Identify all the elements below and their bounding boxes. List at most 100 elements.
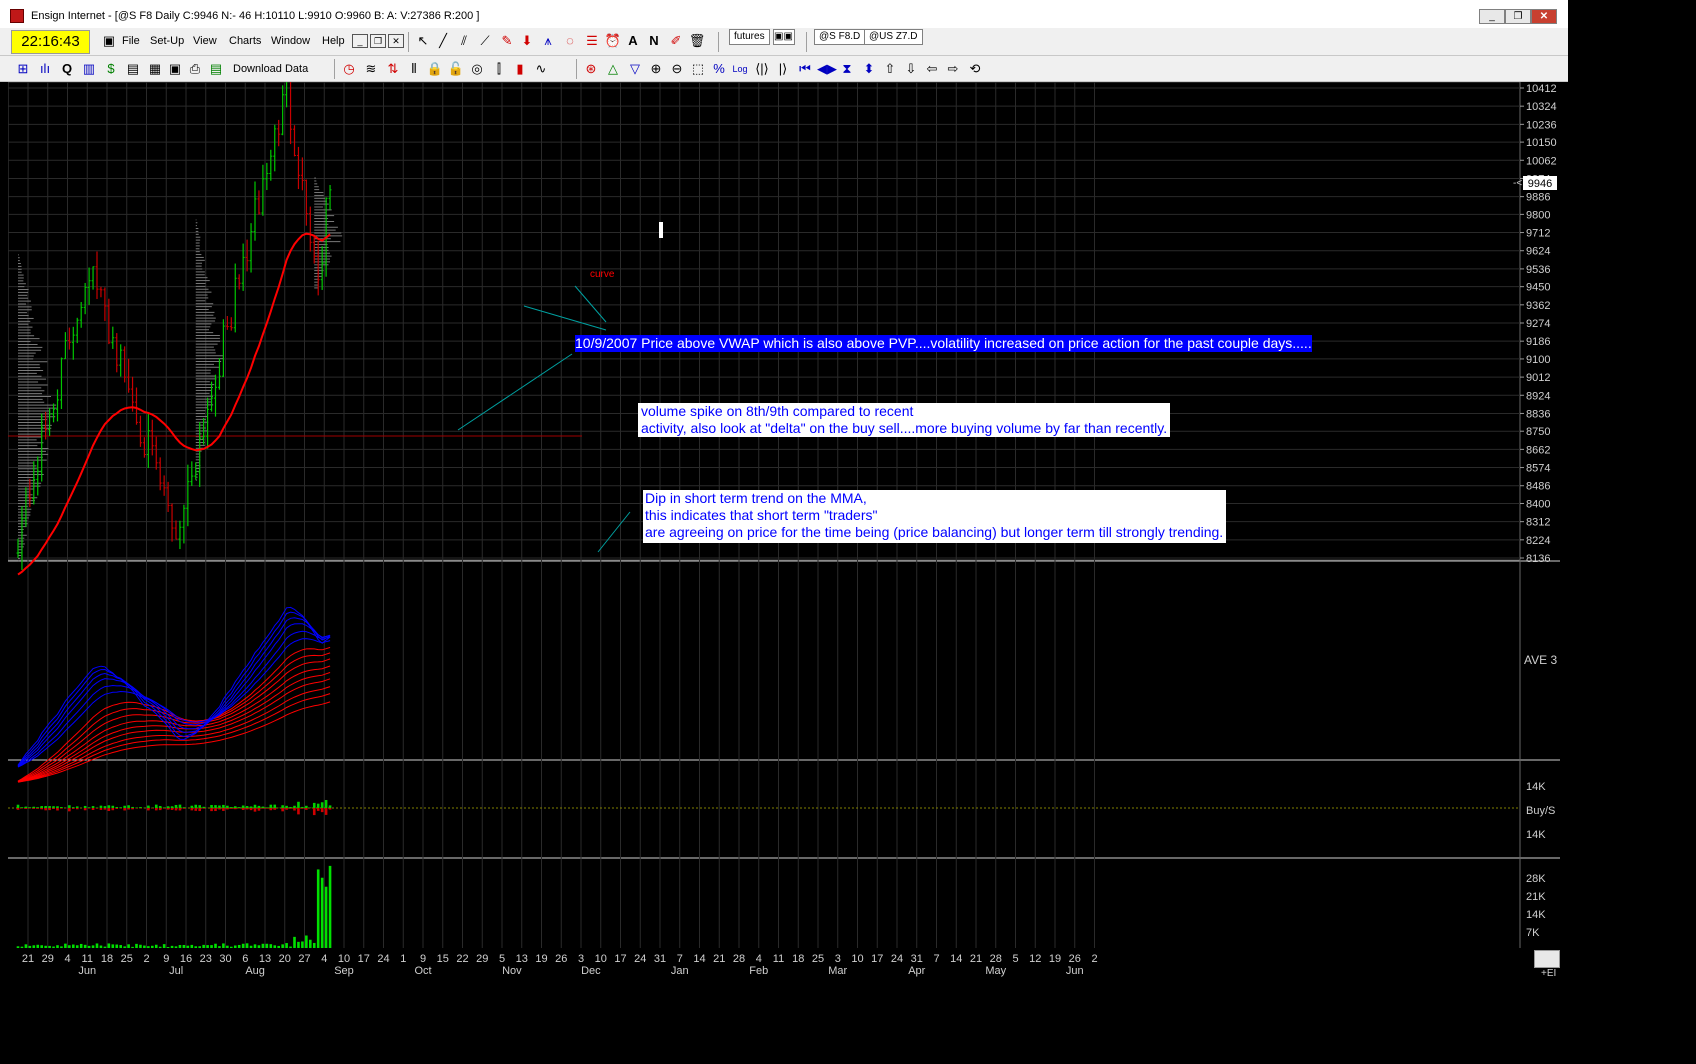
time-tick-label: 3 <box>835 953 841 965</box>
text-tool-icon[interactable]: A <box>624 32 642 50</box>
child-close-button[interactable]: ✕ <box>388 34 404 48</box>
scale-expand-icon[interactable]: ⬍ <box>860 60 878 78</box>
dollar-icon[interactable]: $ <box>102 60 120 78</box>
buy-bar <box>281 805 284 808</box>
minimize-button[interactable]: _ <box>1479 9 1505 24</box>
separator <box>806 32 807 52</box>
volume-bar <box>281 944 284 948</box>
page-icon[interactable]: ▣ <box>166 60 184 78</box>
scroll-left-end-icon[interactable]: ⏮ <box>796 60 814 78</box>
symbol-list-icon[interactable]: ▤ <box>124 60 142 78</box>
download-icon[interactable]: ▤ <box>207 60 225 78</box>
compress-icon[interactable]: ⟨|⟩ <box>753 60 771 78</box>
histogram-icon[interactable]: ▥ <box>80 60 98 78</box>
trend-line[interactable] <box>523 305 607 331</box>
ray-tool-icon[interactable]: ⟋ <box>476 32 494 50</box>
circle-tool-icon[interactable]: ◌ <box>561 32 579 50</box>
arrow-left-icon[interactable]: ⇦ <box>923 60 941 78</box>
eraser-tool-icon[interactable]: ✐ <box>667 32 685 50</box>
menu-help[interactable]: Help <box>322 35 345 47</box>
volume-bar <box>44 945 47 948</box>
line-tool-icon[interactable]: ╱ <box>434 32 452 50</box>
buy-bar <box>52 806 55 808</box>
buy-bar <box>249 806 253 808</box>
annotation-note-mma[interactable]: Dip in short term trend on the MMA, this… <box>643 490 1227 543</box>
bar-chart-icon[interactable]: ılı <box>36 60 54 78</box>
sell-bar <box>305 808 308 810</box>
trash-icon[interactable]: 🗑 <box>688 32 706 50</box>
arrow-up-icon[interactable]: ⇧ <box>881 60 899 78</box>
annotation-note-volume[interactable]: volume spike on 8th/9th compared to rece… <box>638 403 1171 437</box>
volume-bar <box>198 946 201 948</box>
price-tick-label: 9012 <box>1526 372 1550 384</box>
menu-window[interactable]: Window <box>271 35 310 47</box>
zoom-out-icon[interactable]: ⊖ <box>668 60 686 78</box>
quote-icon[interactable]: Q <box>58 60 76 78</box>
wave-tool-icon[interactable]: ≋ <box>362 60 380 78</box>
volume-bar <box>249 945 253 948</box>
menu-charts[interactable]: Charts <box>229 35 261 47</box>
scroll-both-icon[interactable]: ◀▶ <box>817 60 837 78</box>
volume-bar <box>119 945 122 948</box>
gann-tool-icon[interactable]: ☰ <box>583 32 601 50</box>
buy-bar <box>111 805 115 808</box>
zoom-box-icon[interactable]: ⬚ <box>689 60 707 78</box>
line-chart-icon[interactable]: ∿ <box>532 60 550 78</box>
menu-file[interactable]: File <box>122 35 140 47</box>
reset-icon[interactable]: ⟲ <box>966 60 984 78</box>
tab-layout-icon[interactable]: ▣▣ <box>773 29 795 45</box>
price-tick-label: 8574 <box>1526 463 1550 475</box>
tab-chart-sf8[interactable]: @S F8.D <box>814 29 866 45</box>
trend-line[interactable] <box>457 353 573 431</box>
tick-tool-icon[interactable]: ⇅ <box>384 60 402 78</box>
buy-bar <box>20 807 24 808</box>
time-month-label: Sep <box>334 965 354 977</box>
new-chart-icon[interactable]: ⊞ <box>14 60 32 78</box>
pointer-tool-icon[interactable]: ↖ <box>414 32 432 50</box>
volume-bar <box>72 944 75 948</box>
child-restore-button[interactable]: ❐ <box>370 34 386 48</box>
menu-view[interactable]: View <box>193 35 217 47</box>
arrow-down-tool-icon[interactable]: ⬇ <box>518 32 536 50</box>
pencil-tool-icon[interactable]: ✎ <box>498 32 516 50</box>
scale-vertical-icon[interactable]: ⧗ <box>838 60 856 78</box>
note-tool-icon[interactable]: N <box>645 32 663 50</box>
lock-icon[interactable]: 🔒 <box>426 60 444 78</box>
tab-chart-usz7[interactable]: @US Z7.D <box>864 29 923 45</box>
volume-bar <box>241 943 245 948</box>
zoom-in-icon[interactable]: ⊕ <box>647 60 665 78</box>
print-icon[interactable]: ⎙ <box>186 60 204 78</box>
app-menu-icon[interactable]: ▣ <box>100 32 118 50</box>
log-scale-icon[interactable]: Log <box>731 60 749 78</box>
time-scroll-button[interactable] <box>1534 950 1560 968</box>
tab-futures[interactable]: futures <box>729 29 770 45</box>
expand-icon[interactable]: |⟩ <box>774 60 792 78</box>
annotation-note-vwap[interactable]: 10/9/2007 Price above VWAP which is also… <box>575 335 1312 352</box>
arrow-down-icon[interactable]: ⇩ <box>902 60 920 78</box>
percent-icon[interactable]: % <box>710 60 728 78</box>
download-data-button[interactable]: Download Data <box>233 63 308 75</box>
trend-line[interactable] <box>597 511 631 553</box>
fibonacci-tool-icon[interactable]: ⩚ <box>539 32 557 50</box>
clock-tool-icon[interactable]: ◷ <box>340 60 358 78</box>
target-icon[interactable]: ◎ <box>468 60 486 78</box>
refresh-icon[interactable]: ⊛ <box>582 60 600 78</box>
mma-slow-line <box>17 665 331 783</box>
channel-tool-icon[interactable]: ⫽ <box>455 32 473 50</box>
triangle-up-icon[interactable]: △ <box>604 60 622 78</box>
close-button[interactable]: ✕ <box>1531 9 1557 24</box>
candle-red-icon[interactable]: ▮ <box>511 60 529 78</box>
menu-setup[interactable]: Set-Up <box>150 35 184 47</box>
scanner-icon[interactable]: ▦ <box>146 60 164 78</box>
candle-icon[interactable]: ⫿ <box>490 60 508 78</box>
arrow-right-icon[interactable]: ⇨ <box>944 60 962 78</box>
price-tick-label: 9450 <box>1526 282 1550 294</box>
restore-button[interactable]: ❐ <box>1505 9 1531 24</box>
trend-line[interactable] <box>574 285 607 323</box>
alarm-tool-icon[interactable]: ⏰ <box>604 32 622 50</box>
buy-bar <box>28 807 32 808</box>
unlock-icon[interactable]: 🔓 <box>447 60 465 78</box>
child-minimize-button[interactable]: _ <box>352 34 368 48</box>
triangle-down-icon[interactable]: ▽ <box>626 60 644 78</box>
bars-tool-icon[interactable]: ⫴ <box>405 60 423 78</box>
